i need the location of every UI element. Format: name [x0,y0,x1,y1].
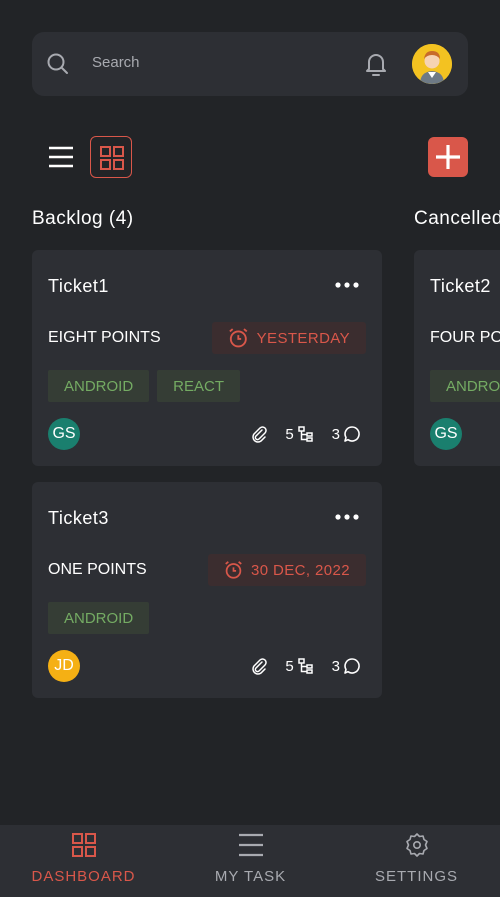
grid-icon [71,833,96,857]
nav-label: SETTINGS [374,868,458,885]
due-date-badge: YESTERDAY [212,322,366,354]
user-avatar[interactable] [412,44,452,84]
comment-icon [344,658,360,674]
gear-icon [405,833,428,857]
subtask-icon [297,658,313,674]
ticket-card[interactable]: Ticket1 EIGHT POINTS YESTERDAY ANDROID R… [32,250,382,466]
tag-list: ANDRO [430,370,500,402]
ticket-card[interactable]: Ticket3 ONE POINTS 30 DEC, 2022 ANDROID … [32,482,382,698]
column-title-cancelled: Cancelled [414,208,500,229]
assignee-avatar[interactable]: GS [430,418,462,450]
menu-icon [238,833,263,857]
subtask-count: 5 [285,657,294,675]
paperclip-icon [252,658,268,675]
comment-count: 3 [331,425,340,443]
list-view-icon[interactable] [44,140,78,174]
alarm-icon [229,328,248,348]
alarm-icon [225,561,242,579]
search-icon [47,53,68,74]
tag: REACT [157,370,241,402]
grid-icon [100,146,124,170]
avatar-icon [412,44,452,84]
subtask-count: 5 [285,425,294,443]
ticket-title: Ticket3 [48,508,109,528]
tag: ANDRO [430,370,500,402]
nav-label: MY TASK [214,868,287,885]
ticket-points: ONE POINTS [48,561,147,578]
comment-icon [344,426,360,442]
plus-icon [436,145,460,169]
more-icon[interactable] [334,512,362,522]
tag: ANDROID [48,370,150,402]
due-date-badge: 30 DEC, 2022 [208,554,366,586]
ticket-points: FOUR PO [430,329,500,346]
nav-label: DASHBOARD [31,868,136,885]
paperclip-icon [252,426,268,443]
ticket-card[interactable]: Ticket2 FOUR PO ANDRO GS [414,250,500,466]
nav-item-dashboard[interactable]: DASHBOARD [0,825,167,897]
ticket-title: Ticket1 [48,276,109,296]
grid-view-button[interactable] [90,136,132,178]
assignee-avatar[interactable]: GS [48,418,80,450]
bell-icon[interactable] [362,50,390,78]
bottom-nav: DASHBOARD MY TASK SETTINGS [0,825,500,897]
ticket-title: Ticket2 [430,276,491,296]
search-bar[interactable]: Search [32,32,468,96]
subtask-icon [297,426,313,442]
assignee-avatar[interactable]: JD [48,650,80,682]
search-input[interactable]: Search [92,54,140,71]
nav-item-my-task[interactable]: MY TASK [167,825,334,897]
column-title-backlog: Backlog (4) [32,208,134,229]
tag-list: ANDROID [48,602,150,634]
comment-count: 3 [331,657,340,675]
tag-list: ANDROID REACT [48,370,241,402]
due-date-text: 30 DEC, 2022 [250,561,350,579]
due-date-text: YESTERDAY [256,329,350,347]
nav-item-settings[interactable]: SETTINGS [333,825,500,897]
ticket-meta: 5 3 [249,424,362,444]
ticket-points: EIGHT POINTS [48,329,161,346]
tag: ANDROID [48,602,150,634]
add-ticket-button[interactable] [428,137,468,177]
ticket-meta: 5 3 [249,656,362,676]
more-icon[interactable] [334,280,362,290]
